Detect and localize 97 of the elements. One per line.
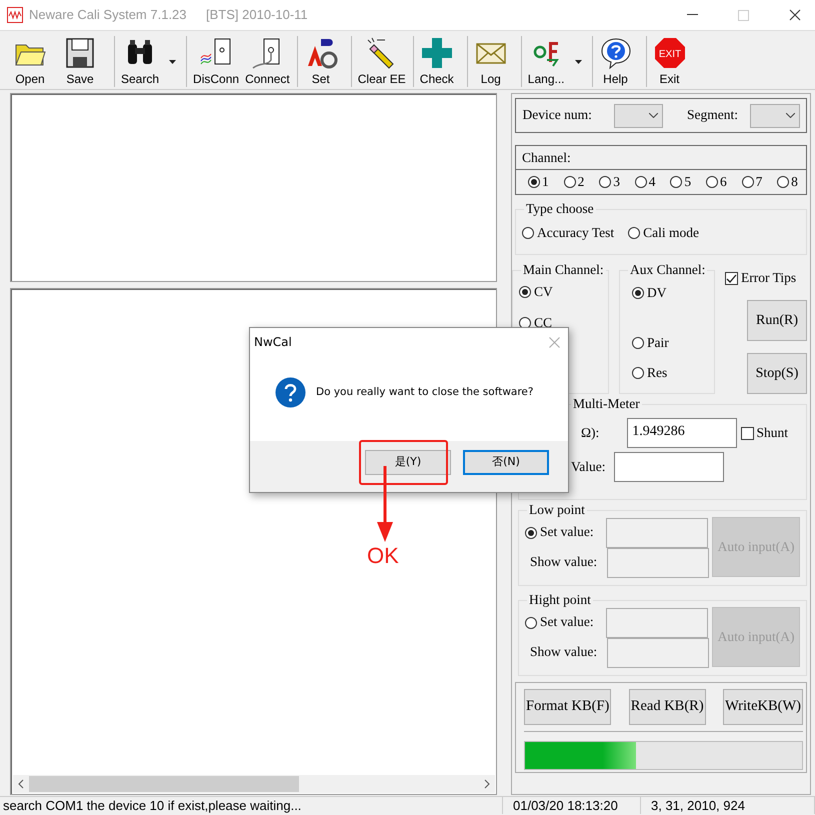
help-icon <box>598 36 632 70</box>
radio-label: Set value: <box>540 523 594 542</box>
group-title: Hight point <box>528 592 592 608</box>
radio-button[interactable] <box>777 176 790 188</box>
toolbar-button[interactable]: Save <box>60 36 110 87</box>
chevron-down-icon <box>649 113 658 118</box>
dialog-button[interactable]: 是(Y) <box>365 450 451 475</box>
set-value-field[interactable] <box>606 608 708 638</box>
field-label: Device num: <box>522 106 592 124</box>
radio-button[interactable] <box>599 176 612 188</box>
stop-button[interactable]: Stop(S) <box>747 353 807 394</box>
radio-label: 3 <box>613 173 620 191</box>
status-text: search COM1 the device 10 if exist,please waiting... <box>0 797 503 814</box>
radio-button[interactable] <box>632 366 644 379</box>
dialog-button[interactable]: 否(N) <box>463 450 549 475</box>
dialog-message: Do you really want to close the software? <box>316 384 534 400</box>
field-label: Show value: <box>530 553 598 572</box>
show-value-field[interactable] <box>607 638 710 668</box>
dropdown-field[interactable] <box>614 104 664 128</box>
exit-sign-icon: EXIT <box>652 36 686 70</box>
status-text: 3, 31, 2010, 924 <box>641 797 815 814</box>
group-title: Aux Channel: <box>629 262 706 278</box>
toolbar-button[interactable]: Check <box>412 36 463 87</box>
toolbar-button[interactable]: Set <box>296 36 347 87</box>
chevron-down-icon <box>786 113 794 118</box>
show-value-field[interactable] <box>607 548 710 578</box>
toolbar-button[interactable]: DisConn <box>186 36 242 87</box>
radio-button[interactable] <box>564 176 576 188</box>
radio-button[interactable] <box>522 227 534 240</box>
toolbar-button[interactable]: EXIT Exit <box>646 36 696 87</box>
toolbar-button[interactable]: Open <box>10 36 60 87</box>
radio-label: 5 <box>684 173 692 191</box>
toolbar-button[interactable]: Log <box>466 36 517 87</box>
radio-label: 7 <box>756 173 762 191</box>
radio-label: Pair <box>647 334 669 352</box>
checkbox[interactable] <box>725 272 738 285</box>
caret-icon <box>574 60 582 64</box>
radio-label: Cali mode <box>643 224 700 242</box>
radio-button[interactable] <box>634 176 647 188</box>
set-value-field[interactable] <box>606 518 708 548</box>
section-label: Channel: <box>522 150 571 165</box>
dialog-title: NwCal <box>254 334 292 351</box>
medical-cross-icon <box>420 36 454 70</box>
checkbox[interactable] <box>740 426 754 440</box>
status-text: 01/03/20 18:13:20 <box>503 797 641 814</box>
radio-button[interactable] <box>528 176 540 188</box>
resistor-field[interactable]: 1.949286 <box>627 418 738 448</box>
radio-label: Res <box>647 364 668 382</box>
annotation-label: OK <box>367 543 399 569</box>
radio-label: Set value: <box>540 613 594 632</box>
field-label: Segment: <box>687 106 738 124</box>
kb-button[interactable]: WriteKB(W) <box>723 689 803 725</box>
radio-button[interactable] <box>706 176 718 188</box>
radio-button[interactable] <box>525 526 537 538</box>
radio-button[interactable] <box>525 616 537 628</box>
waveform-icon <box>6 7 22 23</box>
radio-button[interactable] <box>632 287 644 300</box>
field-label: Show value: <box>530 643 598 662</box>
radio-label: CV <box>534 283 553 301</box>
dropdown-field[interactable] <box>750 104 800 128</box>
checkbox-label: Shunt <box>756 424 788 442</box>
field-label: Value: <box>571 458 606 476</box>
group-title: Multi-Meter <box>572 396 641 412</box>
toolbar-button[interactable]: Lang... <box>520 36 588 87</box>
radio-label: CC <box>534 314 552 332</box>
horizontal-scrollbar[interactable] <box>13 775 495 793</box>
radio-button[interactable] <box>670 176 682 188</box>
toolbar-button[interactable]: Clear EE <box>350 36 409 87</box>
radio-button[interactable] <box>519 286 531 298</box>
radio-label: DV <box>647 284 666 302</box>
radio-button[interactable] <box>742 176 754 188</box>
caret-icon <box>169 60 176 64</box>
window-title: Neware Cali System 7.1.23 <box>29 6 187 24</box>
radio-label: 2 <box>578 173 584 191</box>
group-title: Type choose <box>525 201 595 217</box>
toolbar-button[interactable]: Search <box>114 36 182 87</box>
question-icon <box>275 377 306 408</box>
group-title: Low point <box>528 502 586 518</box>
minimize-icon[interactable] <box>686 14 698 16</box>
window-subtitle: [BTS] 2010-10-11 <box>206 6 308 24</box>
toolbar-button[interactable]: Connect <box>242 36 293 87</box>
radio-label: 8 <box>791 173 798 191</box>
radio-button[interactable] <box>632 337 644 350</box>
toolbar-button[interactable]: Help <box>592 36 642 87</box>
field-label: Ω): <box>581 424 600 442</box>
kb-button[interactable]: Read KB(R) <box>628 689 706 725</box>
value-field[interactable] <box>614 452 724 482</box>
radio-label: 6 <box>720 173 727 191</box>
radio-button[interactable] <box>628 227 640 240</box>
group-title: Main Channel: <box>522 262 605 278</box>
kb-button[interactable]: Format KB(F) <box>524 689 612 725</box>
radio-label: 4 <box>648 173 656 191</box>
radio-label: 1 <box>542 173 549 191</box>
checkbox-label: Error Tips <box>741 269 796 287</box>
radio-label: Accuracy Test <box>537 224 614 242</box>
run-button[interactable]: Run(R) <box>747 300 807 342</box>
close-icon[interactable] <box>788 9 800 21</box>
